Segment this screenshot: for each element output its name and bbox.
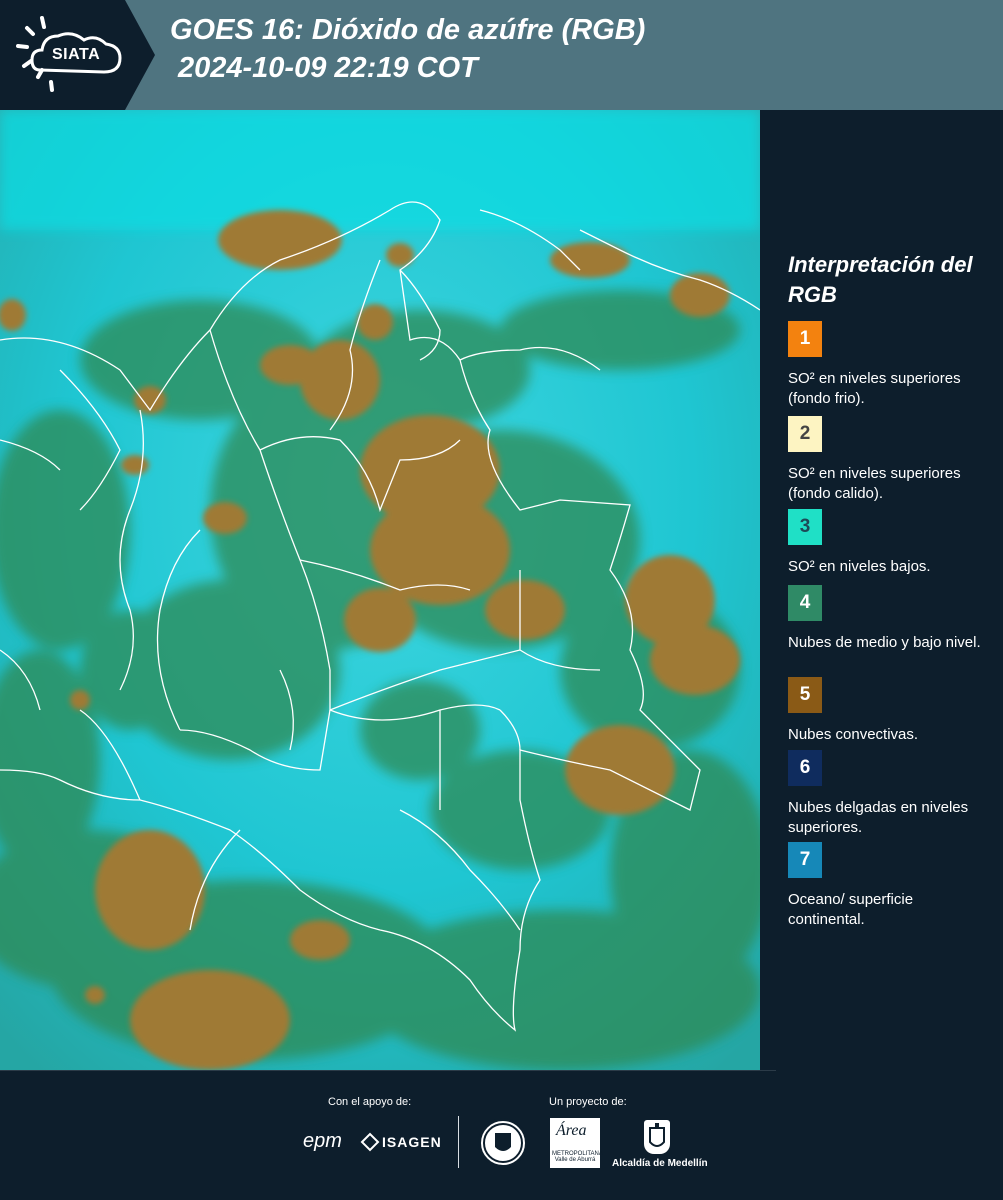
footer: Con el apoyo de: Un proyecto de: epm ISA…: [0, 1070, 1003, 1200]
legend-swatch: 5: [788, 677, 822, 713]
alcaldia-label: Alcaldía de Medellín: [612, 1158, 708, 1169]
legend-label: Oceano/ superficie continental.: [788, 891, 914, 928]
legend-panel: Interpretación del RGB 1 SO² en niveles …: [760, 110, 1003, 1070]
epm-logo: epm: [303, 1130, 342, 1152]
legend-label: Nubes de medio y bajo nivel.: [788, 634, 981, 651]
legend-item-4: 4 Nubes de medio y bajo nivel.: [788, 585, 993, 653]
alcaldia-crest-icon: [644, 1120, 670, 1154]
legend-label: SO² en niveles bajos.: [788, 558, 931, 575]
siata-logo-text: SIATA: [52, 46, 101, 63]
legend-label: Nubes delgadas en niveles superiores.: [788, 799, 969, 836]
legend-label: Nubes convectivas.: [788, 726, 919, 743]
footer-divider: [0, 1070, 776, 1071]
project-label: Un proyecto de:: [549, 1096, 627, 1108]
page-root: { "header": { "title_line1": "GOES 16: D…: [0, 0, 1003, 1200]
seal-icon: [483, 1123, 523, 1163]
support-label: Con el apoyo de:: [328, 1096, 412, 1108]
legend-item-5: 5 Nubes convectivas.: [788, 677, 993, 745]
header-bar: SIATA GOES 16: Dióxido de azúfre (RGB) 2…: [0, 0, 1003, 110]
satellite-image: [0, 110, 760, 1070]
timestamp: 2024-10-09 22:19 COT: [178, 52, 478, 84]
legend-item-3: 3 SO² en niveles bajos.: [788, 509, 993, 577]
legend-swatch: 1: [788, 321, 822, 357]
legend-swatch: 7: [788, 842, 822, 878]
legend-swatch: 4: [788, 585, 822, 621]
legend-item-7: 7 Oceano/ superficie continental.: [788, 842, 993, 930]
isagen-logo: ISAGEN: [382, 1134, 442, 1150]
legend-label: SO² en niveles superiores (fondo frio).: [788, 370, 961, 407]
legend-swatch: 2: [788, 416, 822, 452]
page-title: GOES 16: Dióxido de azúfre (RGB): [170, 14, 646, 46]
medellin-seal-logo: [478, 1118, 528, 1168]
area-metropolitana-logo: Área METROPOLITANA Valle de Aburrá: [550, 1118, 603, 1168]
footer-vertical-divider: [458, 1116, 459, 1168]
legend-item-1: 1 SO² en niveles superiores (fondo frio)…: [788, 321, 993, 409]
isagen-mark-icon: [360, 1132, 380, 1152]
area-logo-word: Área: [556, 1122, 587, 1139]
siata-logo: SIATA: [0, 0, 155, 110]
legend-swatch: 3: [788, 509, 822, 545]
legend-swatch: 6: [788, 750, 822, 786]
area-logo-subtitle: METROPOLITANA Valle de Aburrá: [552, 1151, 603, 1163]
legend-item-2: 2 SO² en niveles superiores (fondo calid…: [788, 416, 993, 522]
legend-item-6: 6 Nubes delgadas en niveles superiores.: [788, 750, 993, 838]
legend-title: Interpretación del RGB: [788, 252, 973, 307]
